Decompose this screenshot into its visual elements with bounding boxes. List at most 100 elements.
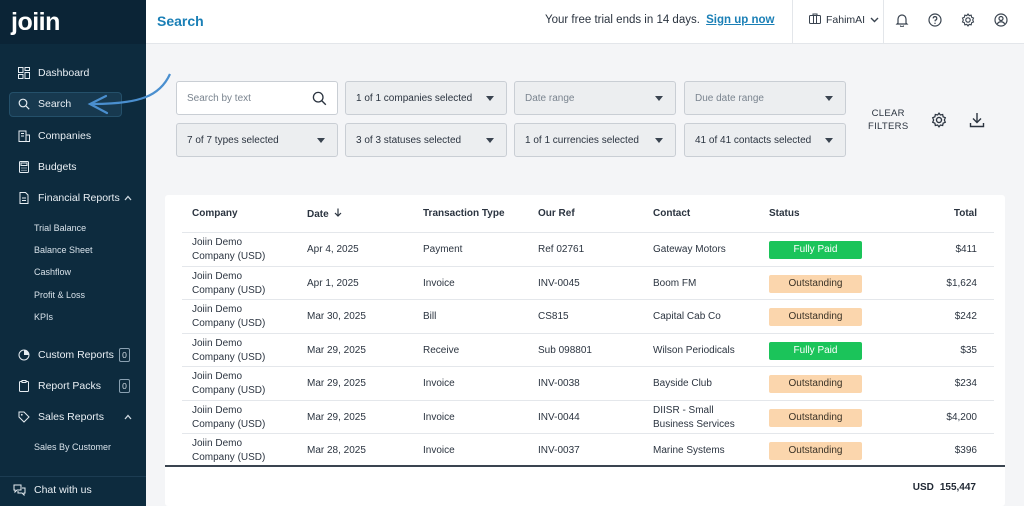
grand-total-currency: USD [912, 482, 934, 493]
chat-with-us[interactable]: Chat with us [0, 476, 146, 502]
column-header-date[interactable]: Date [307, 208, 342, 220]
date-cell: Mar 30, 2025 [307, 311, 366, 322]
org-selector[interactable]: FahimAI [809, 13, 879, 27]
due-date-range-select[interactable]: Due date range [684, 81, 846, 115]
date-cell: Mar 28, 2025 [307, 445, 366, 456]
column-header-contact[interactable]: Contact [653, 208, 690, 219]
sidebar-item-search[interactable]: Search [0, 91, 146, 117]
currencies-select[interactable]: 1 of 1 currencies selected [514, 123, 676, 157]
sidebar-item-sales-reports[interactable]: Sales Reports [0, 404, 146, 430]
ref-cell: INV-0038 [538, 378, 580, 389]
divider [883, 0, 884, 44]
table-header: Company Date Transaction Type Our Ref Co… [165, 195, 1005, 232]
document-icon [17, 192, 30, 205]
type-cell: Invoice [423, 411, 455, 423]
search-placeholder: Search by text [187, 92, 251, 104]
companies-select[interactable]: 1 of 1 companies selected [345, 81, 507, 115]
table-row[interactable]: Joiin Demo Company (USD) Apr 1, 2025 Invoic… [182, 265, 994, 300]
sidebar-item-label: Report Packs [38, 380, 102, 392]
company-cell: Joiin Demo Company (USD) [192, 270, 265, 298]
column-header-type[interactable]: Transaction Type [423, 208, 505, 219]
search-icon[interactable] [312, 91, 327, 109]
sidebar-item-label: Sales Reports [38, 411, 104, 423]
company-line-1: Joiin Demo [192, 404, 243, 416]
sidebar-subitem-profit-loss[interactable]: Profit & Loss [34, 290, 85, 300]
column-header-total[interactable]: Total [954, 208, 977, 219]
custom-report-icon [17, 349, 30, 362]
sidebar-subitem-balance-sheet[interactable]: Balance Sheet [34, 245, 93, 255]
sidebar-subitem-trial-balance[interactable]: Trial Balance [34, 223, 86, 233]
contacts-select-value: 41 of 41 contacts selected [695, 134, 812, 146]
contacts-select[interactable]: 41 of 41 contacts selected [684, 123, 846, 157]
search-icon [17, 98, 30, 111]
table-row[interactable]: Joiin Demo Company (USD) Mar 29, 2025 Invoi… [182, 366, 994, 400]
column-header-company[interactable]: Company [192, 208, 238, 219]
sidebar-item-report-packs[interactable]: Report Packs 0 [0, 373, 146, 399]
sidebar-subitem-cashflow[interactable]: Cashflow [34, 267, 71, 277]
column-header-ref[interactable]: Our Ref [538, 208, 575, 219]
caret-down-icon [317, 138, 325, 143]
statuses-select[interactable]: 3 of 3 statuses selected [345, 123, 507, 157]
types-select-value: 7 of 7 types selected [187, 134, 279, 146]
app-logo[interactable]: joiin [0, 0, 146, 44]
company-cell: Joiin Demo Company (USD) [192, 437, 265, 465]
table-row[interactable]: Joiin Demo Company (USD) Mar 28, 2025 Invoi… [182, 433, 994, 467]
table-row[interactable]: Joiin Demo Company (USD) Mar 30, 2025 Bill C… [182, 299, 994, 333]
total-cell: $4,200 [946, 411, 977, 423]
company-line-1: Joiin Demo [192, 270, 243, 282]
caret-down-icon [486, 96, 494, 101]
page-title: Search [157, 13, 204, 29]
sidebar-item-companies[interactable]: Companies [0, 123, 146, 149]
company-cell: Joiin Demo Company (USD) [192, 370, 265, 398]
contact-line-1: DIISR - Small [653, 404, 714, 416]
date-cell: Mar 29, 2025 [307, 344, 366, 356]
download-icon[interactable] [969, 112, 985, 128]
sidebar-subitem-sales-by-customer[interactable]: Sales By Customer [34, 442, 111, 452]
company-line-2: Company (USD) [192, 284, 266, 296]
sign-up-link[interactable]: Sign up now [706, 14, 774, 26]
sidebar-item-custom-reports[interactable]: Custom Reports 0 [0, 342, 146, 368]
due-date-range-value: Due date range [695, 92, 764, 104]
sidebar-item-dashboard[interactable]: Dashboard [0, 60, 146, 86]
sidebar-item-budgets[interactable]: Budgets [0, 154, 146, 180]
companies-select-value: 1 of 1 companies selected [356, 92, 473, 104]
company-line-2: Company (USD) [192, 351, 266, 363]
contact-line-1: Gateway Motors [653, 244, 726, 255]
types-select[interactable]: 7 of 7 types selected [176, 123, 338, 157]
help-icon[interactable] [928, 13, 942, 27]
settings-icon[interactable] [931, 112, 947, 128]
contact-cell: Boom FM [653, 277, 696, 291]
contact-cell: Capital Cab Co [653, 310, 721, 324]
date-cell: Apr 1, 2025 [307, 277, 359, 289]
clear-filters-button[interactable]: CLEAR FILTERS [868, 107, 908, 133]
chevron-up-icon[interactable] [124, 412, 132, 422]
company-line-1: Joiin Demo [192, 237, 243, 248]
ref-cell: CS815 [538, 311, 569, 322]
chevron-up-icon[interactable] [124, 193, 132, 203]
column-header-status[interactable]: Status [769, 208, 800, 219]
type-cell: Payment [423, 244, 463, 255]
results-table: Company Date Transaction Type Our Ref Co… [165, 195, 1005, 506]
gear-icon[interactable] [961, 13, 975, 27]
bell-icon[interactable] [895, 13, 909, 28]
table-row[interactable]: Joiin Demo Company (USD) Mar 29, 2025 Recei… [182, 332, 994, 367]
company-cell: Joiin Demo Company (USD) [192, 236, 265, 264]
sidebar-item-financial-reports[interactable]: Financial Reports [0, 185, 146, 211]
sidebar-subitem-kpis[interactable]: KPIs [34, 312, 53, 322]
calculator-icon [17, 161, 30, 174]
caret-down-icon [825, 96, 833, 101]
report-pack-icon [17, 380, 30, 393]
caret-down-icon [655, 96, 663, 101]
table-row[interactable]: Joiin Demo Company (USD) Apr 4, 2025 Paymen… [182, 232, 994, 266]
logo-text: joiin [11, 7, 60, 36]
date-range-select[interactable]: Date range [514, 81, 676, 115]
status-badge: Outstanding [769, 274, 862, 293]
table-row[interactable]: Joiin Demo Company (USD) Mar 29, 2025 Invoi… [182, 399, 994, 434]
company-cell: Joiin Demo Company (USD) [192, 337, 265, 365]
type-cell: Invoice [423, 277, 455, 289]
company-line-1: Joiin Demo [192, 371, 243, 382]
type-cell: Bill [423, 311, 437, 322]
company-line-1: Joiin Demo [192, 337, 243, 349]
search-input[interactable]: Search by text [176, 81, 338, 115]
user-icon[interactable] [994, 13, 1008, 27]
